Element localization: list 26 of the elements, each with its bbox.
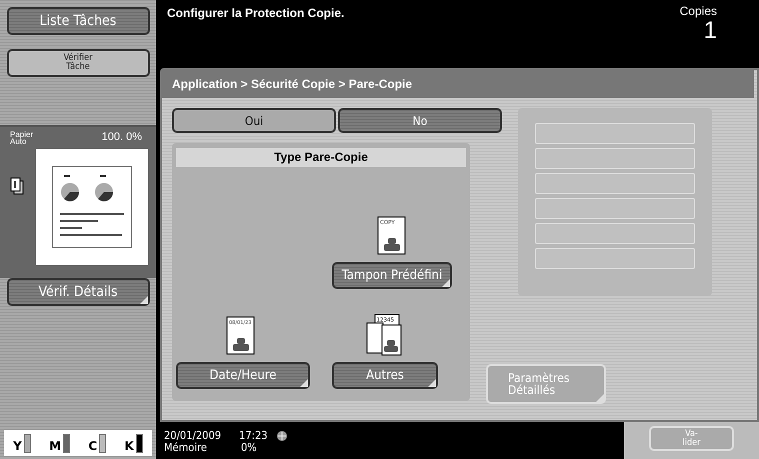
time-text: 17:23 <box>239 430 268 442</box>
group-title: Type Pare-Copie <box>176 148 466 167</box>
toggle-button[interactable]: No <box>338 108 502 133</box>
detail-settings-button[interactable]: Paramètres Détaillés <box>486 364 606 404</box>
copies-count: 1 <box>704 18 717 44</box>
breadcrumb: Application > Sécurité Copie > Pare-Copie <box>162 70 754 98</box>
toggle-button[interactable]: Oui <box>172 108 336 133</box>
toner-label: Y <box>13 438 22 452</box>
toner-label: K <box>124 438 134 452</box>
confirm-button[interactable]: Va- lider <box>649 426 734 451</box>
copies-label: Copies <box>680 4 717 18</box>
toner-label: C <box>88 438 98 452</box>
job-list-button[interactable]: Liste Tâches <box>6 7 150 35</box>
stamp-type-button[interactable]: Date/Heure <box>176 362 310 389</box>
paper-label: Papier Auto <box>10 131 34 146</box>
memory-value: 0% <box>241 442 257 454</box>
message-text: Configurer la Protection Copie. <box>167 6 344 22</box>
check-details-button[interactable]: Vérif. Détails <box>6 278 150 306</box>
date-text: 20/01/2009 <box>164 430 222 442</box>
copies-icon <box>10 177 24 196</box>
toner-label: M <box>49 438 62 452</box>
stamp-type-button[interactable]: Tampon Prédéfini <box>332 262 452 289</box>
memory-label: Mémoire <box>164 442 207 454</box>
zoom-value: 100. 0% <box>102 131 142 143</box>
stamp-type-button[interactable]: Autres <box>332 362 438 389</box>
check-job-button[interactable]: Vérifier Tâche <box>6 49 150 77</box>
